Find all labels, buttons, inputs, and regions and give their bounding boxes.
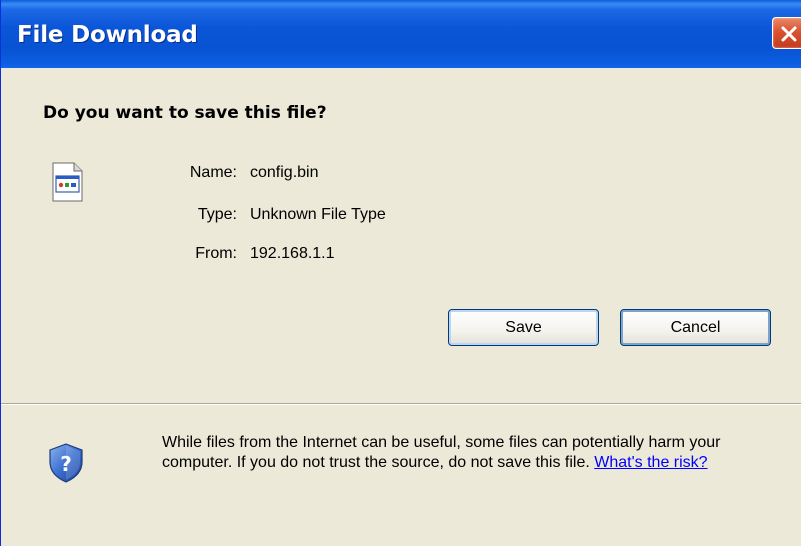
file-download-dialog: File Download Do you want to save this f… <box>0 0 801 546</box>
close-button[interactable] <box>772 17 801 49</box>
divider <box>1 403 801 405</box>
svg-text:?: ? <box>60 452 72 476</box>
type-label: Type: <box>197 206 237 223</box>
save-button[interactable]: Save <box>448 309 599 346</box>
cancel-button[interactable]: Cancel <box>620 309 771 346</box>
type-value: Unknown File Type <box>250 206 386 223</box>
close-icon <box>781 26 797 42</box>
file-icon <box>52 162 83 202</box>
name-label: Name: <box>189 164 237 181</box>
whats-the-risk-link[interactable]: What's the risk? <box>594 454 707 471</box>
title-bar[interactable]: File Download <box>1 0 801 68</box>
name-value: config.bin <box>250 164 319 181</box>
shield-question-icon: ? <box>49 443 83 483</box>
from-value: 192.168.1.1 <box>250 245 335 262</box>
from-label: From: <box>195 245 237 262</box>
window-title: File Download <box>17 22 198 48</box>
security-warning: While files from the Internet can be use… <box>162 433 792 473</box>
dialog-question: Do you want to save this file? <box>43 103 327 123</box>
